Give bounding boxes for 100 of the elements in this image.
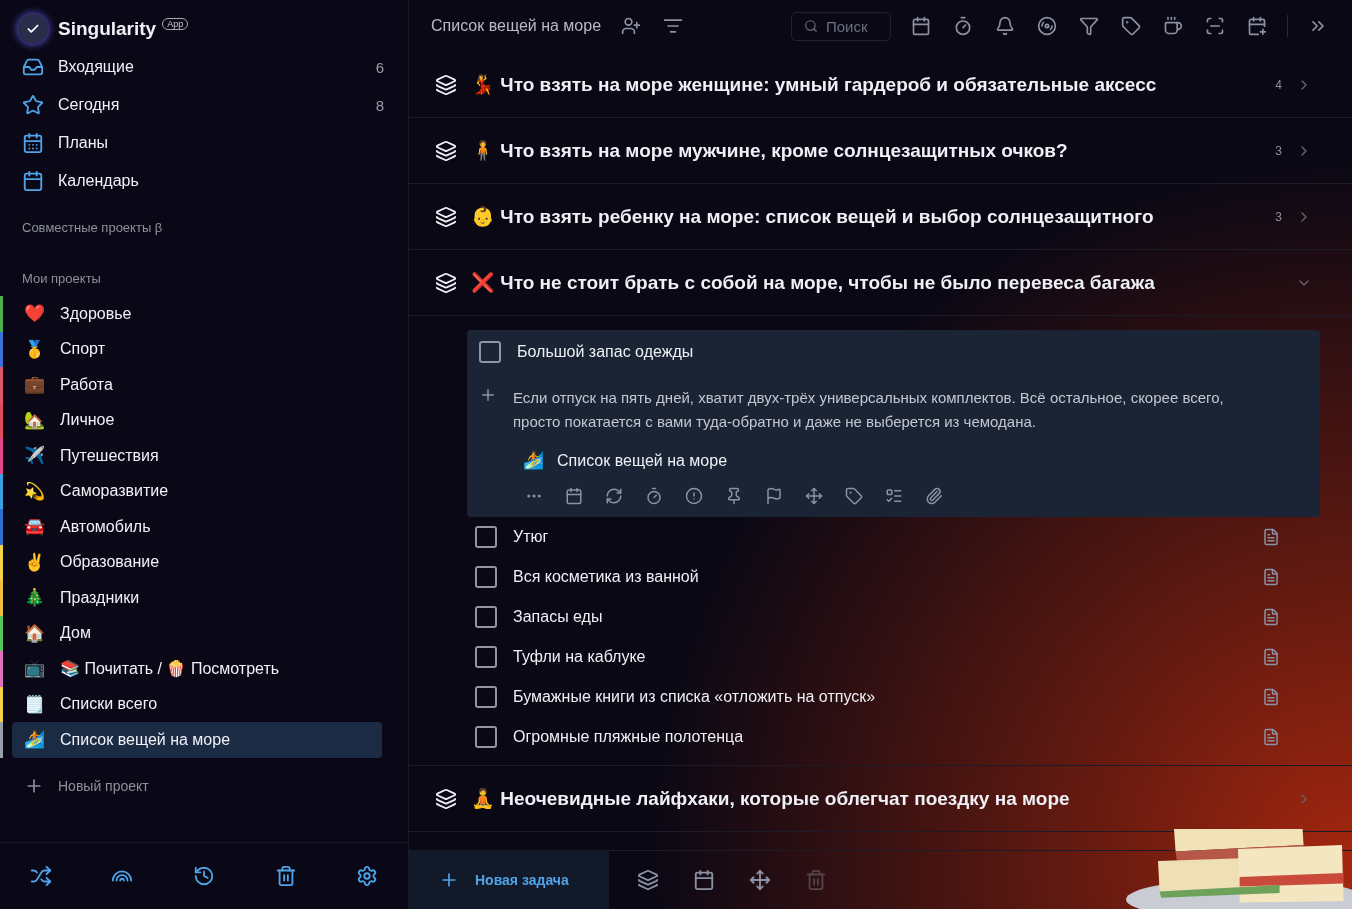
group-title[interactable]: 🧍 Что взять на море мужчине, кроме солнцезащитных очков?: [471, 139, 1068, 162]
project-emoji: 🚘: [22, 516, 46, 538]
project-emoji: 🏠: [22, 622, 46, 644]
project-label: Дом: [60, 624, 92, 643]
count: 3: [1275, 209, 1282, 224]
project-label: Списки всего: [60, 695, 159, 714]
project-emoji: 📺: [22, 658, 46, 680]
project-item[interactable]: ❤ Здоровье: [12, 296, 382, 332]
task-title[interactable]: Бумажные книги из списка «отложить на отпуск»: [513, 688, 1246, 706]
checkbox[interactable]: [475, 526, 497, 548]
group-title[interactable]: 🧘 Неочевидные лайфхаки, которые облегчат поездку на море: [471, 787, 1070, 810]
group-title[interactable]: 👶 Что взять ребенку на море: список вещей и выбор солнцезащитного: [471, 205, 1154, 228]
project-label: Автомобиль: [60, 517, 152, 536]
note-icon: [1262, 528, 1280, 546]
list-title: Список вещей на море: [431, 17, 602, 35]
project-emoji: 🏄: [22, 729, 46, 751]
project-emoji: 💼: [22, 374, 46, 396]
nav-icon: [22, 94, 44, 116]
count: 4: [1275, 77, 1282, 92]
task-title[interactable]: Большой запас одежды: [517, 343, 1310, 361]
layers-icon: [435, 139, 457, 162]
project-item[interactable]: 🥇 Спорт: [12, 331, 382, 367]
group-title[interactable]: 💃 Что взять на море женщине: умный гардероб и обязательные аксесс: [471, 73, 1157, 96]
add-icon[interactable]: [479, 386, 497, 404]
project-emoji: ✈: [22, 445, 46, 467]
project-emoji: ❤: [22, 303, 46, 325]
task-title[interactable]: Утюг: [513, 528, 1246, 546]
note-icon: [1262, 648, 1280, 666]
nav-icon: [22, 132, 44, 154]
note-icon: [1262, 728, 1280, 746]
project-item[interactable]: 💼 Работа: [12, 367, 382, 403]
project-label: Праздники: [60, 588, 141, 607]
calendar-icon[interactable]: [563, 485, 585, 507]
nav-item[interactable]: Входящие 6: [0, 48, 408, 86]
project-label: Путешествия: [60, 446, 160, 465]
project-emoji: 🥇: [22, 338, 46, 360]
move-icon[interactable]: [747, 867, 773, 893]
project-item[interactable]: ✈ Путешествия: [12, 438, 382, 474]
project-item[interactable]: 🏡 Личное: [12, 402, 382, 438]
task-title[interactable]: Вся косметика из ванной: [513, 568, 1246, 586]
count: 6: [375, 58, 384, 76]
note-icon: [1262, 608, 1280, 626]
project-item[interactable]: ✌ Образование: [12, 544, 382, 580]
new-task-button[interactable]: Новая задача: [409, 851, 609, 909]
project-label: Здоровье: [60, 304, 133, 323]
project-item[interactable]: 💫 Саморазвитие: [12, 473, 382, 509]
nav-item[interactable]: Планы: [0, 124, 408, 162]
tag-icon[interactable]: [843, 485, 865, 507]
checkbox[interactable]: [475, 646, 497, 668]
project-item[interactable]: 📺 📚 Почитать / 🍿 Посмотреть: [12, 651, 382, 687]
project-name[interactable]: Список вещей на море: [557, 451, 728, 470]
search-icon: [804, 19, 818, 33]
search-field[interactable]: Поиск: [791, 11, 891, 41]
project-label: Саморазвитие: [60, 482, 170, 501]
task-title[interactable]: Туфли на каблуке: [513, 648, 1246, 666]
nav-icon: [22, 56, 44, 78]
nav-item[interactable]: Сегодня 8: [0, 86, 408, 124]
checkbox[interactable]: [475, 566, 497, 588]
checkbox[interactable]: [475, 606, 497, 628]
note-icon: [1262, 688, 1280, 706]
project-label: Работа: [60, 375, 114, 394]
move-icon[interactable]: [803, 485, 825, 507]
task-title[interactable]: Огромные пляжные полотенца: [513, 728, 1246, 746]
layers-icon: [435, 271, 457, 294]
project-label: Список вещей на море: [60, 730, 232, 749]
count: 3: [1275, 143, 1282, 158]
section-heading: Совместные проекты β: [21, 220, 164, 235]
alert-icon[interactable]: [683, 485, 705, 507]
task-title[interactable]: Запасы еды: [513, 608, 1246, 626]
app-name: Singularity: [58, 18, 157, 40]
project-label: Образование: [60, 553, 161, 572]
disc-icon[interactable]: [1035, 14, 1059, 38]
layers-icon[interactable]: [635, 867, 661, 893]
project-item[interactable]: 🏠 Дом: [12, 615, 382, 651]
task-note: Если отпуск на пять дней, хватит двух-трёх универсальных комплектов. Всё остальное, скорее всего, просто покатается с вами туда-обратно и даже не выберется из чемодана.: [513, 388, 1225, 432]
nav-item[interactable]: Календарь: [0, 162, 408, 200]
tag-icon[interactable]: [1119, 14, 1143, 38]
new-project-link[interactable]: Новый проект: [58, 777, 149, 794]
checkbox[interactable]: [475, 726, 497, 748]
checkbox[interactable]: [479, 341, 501, 363]
project-emoji: 🏡: [22, 409, 46, 431]
project-emoji: ✌: [22, 551, 46, 573]
layers-icon: [435, 73, 457, 96]
nav-icon: [22, 170, 44, 192]
project-emoji: 💫: [22, 480, 46, 502]
group-title[interactable]: ❌ Что не стоит брать с собой на море, чтобы не было перевеса багажа: [471, 271, 1155, 294]
project-emoji: 🏄: [521, 450, 545, 471]
count: 8: [375, 96, 384, 114]
project-item[interactable]: 🚘 Автомобиль: [12, 509, 382, 545]
project-label: Спорт: [60, 340, 106, 359]
project-item[interactable]: 🎄 Праздники: [12, 580, 382, 616]
project-item[interactable]: 🗒 Списки всего: [12, 686, 382, 722]
note-icon: [1262, 568, 1280, 586]
project-emoji: 🗒: [22, 693, 46, 715]
project-label: 📚 Почитать / 🍿 Посмотреть: [60, 659, 281, 679]
logo-icon: [18, 14, 48, 44]
project-label: Личное: [60, 411, 116, 430]
section-heading: Мои проекты: [21, 271, 102, 286]
layers-icon: [435, 787, 457, 810]
checkbox[interactable]: [475, 686, 497, 708]
